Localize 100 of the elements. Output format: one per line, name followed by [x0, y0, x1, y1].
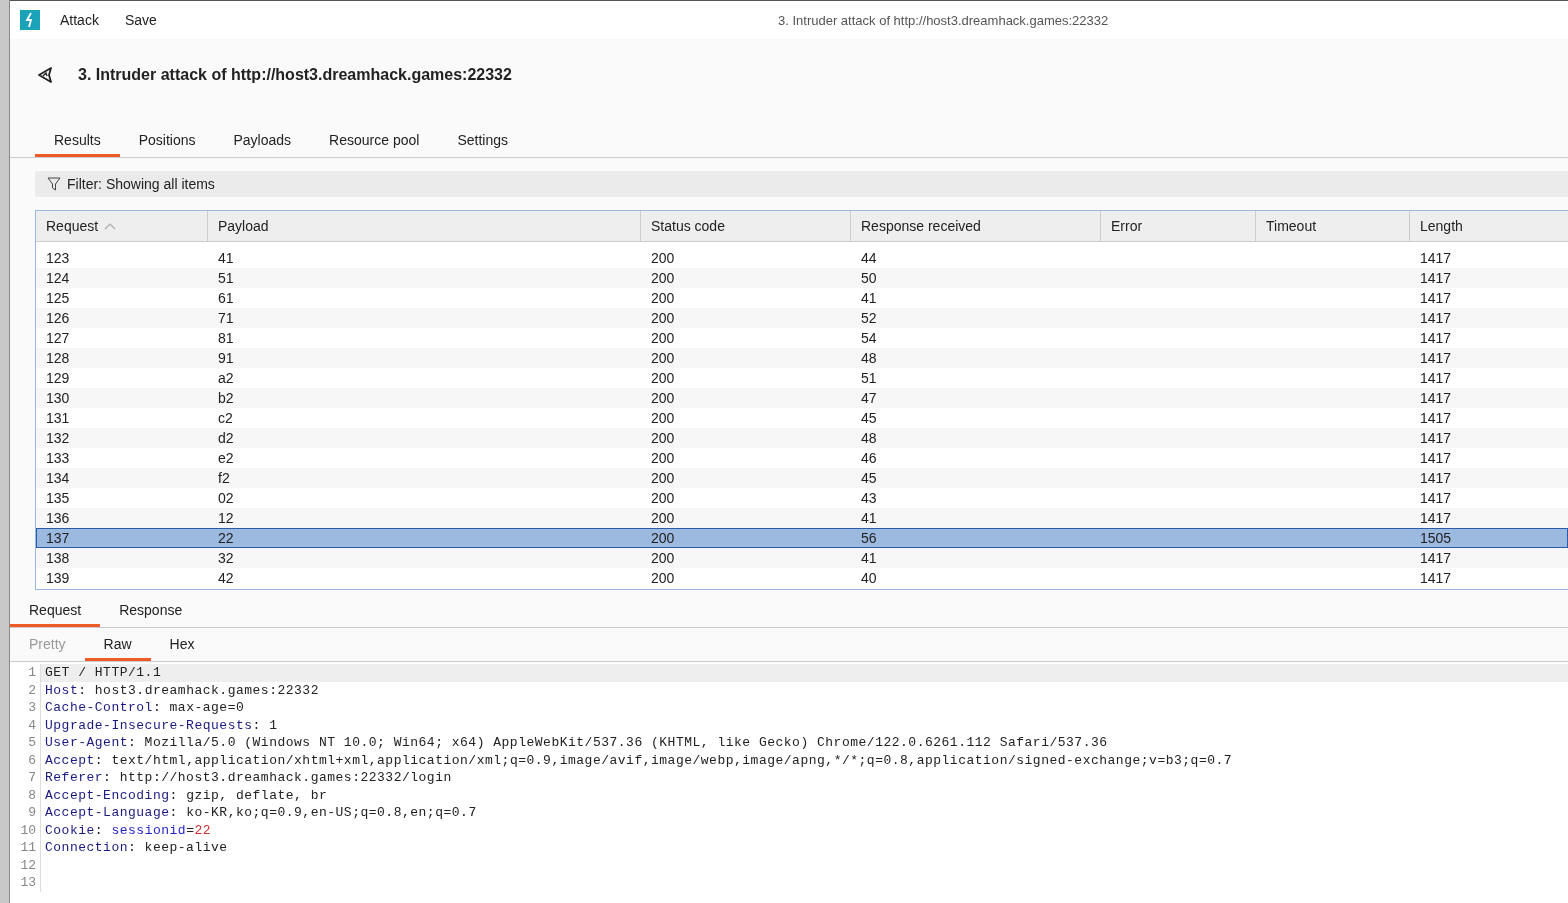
table-row[interactable]: 129 a2 200 51 1417: [36, 368, 1568, 388]
table-row[interactable]: 128 91 200 48 1417: [36, 348, 1568, 368]
table-cell: 200: [651, 430, 675, 446]
menu-item[interactable]: Attack: [60, 12, 99, 28]
table-cell: 50: [861, 270, 877, 286]
table-cell: 130: [46, 390, 70, 406]
table-cell: 1505: [1420, 530, 1452, 546]
table-cell: 200: [651, 510, 675, 526]
table-cell: 41: [861, 550, 877, 566]
tab[interactable]: Request: [10, 598, 101, 627]
table-row[interactable]: 134 f2 200 45 1417: [36, 468, 1568, 488]
column-header[interactable]: Status code: [641, 211, 851, 241]
table-cell: 1417: [1420, 270, 1452, 286]
table-cell: 41: [861, 510, 877, 526]
tab[interactable]: Positions: [119, 132, 215, 157]
tab[interactable]: Resource pool: [310, 132, 439, 157]
table-cell: 200: [651, 410, 675, 426]
table-row[interactable]: 133 e2 200 46 1417: [36, 448, 1568, 468]
table-cell: 32: [218, 550, 234, 566]
table-cell: 1417: [1420, 390, 1452, 406]
table-cell: 56: [861, 530, 877, 546]
table-row[interactable]: 135 02 200 43 1417: [36, 488, 1568, 508]
table-cell: 133: [46, 450, 70, 466]
table-cell: 1417: [1420, 450, 1452, 466]
table-cell: 41: [218, 250, 234, 266]
menu-item[interactable]: Save: [124, 12, 157, 28]
table-cell: 200: [651, 570, 675, 586]
table-cell: a2: [218, 370, 234, 386]
table-cell: 51: [218, 270, 234, 286]
table-cell: 51: [861, 370, 877, 386]
code-line: GET / HTTP/1.1: [44, 665, 162, 681]
table-cell: 1417: [1420, 370, 1452, 386]
table-cell: 123: [46, 250, 70, 266]
table-row[interactable]: 131 c2 200 45 1417: [36, 408, 1568, 428]
table-cell: 12: [218, 510, 234, 526]
code-line: Accept: text/html,application/xhtml+xml,application/xml;q=0.9,image/avif,image/webp,image/apng,*/*;q=0.8,application/signed-exchange;v=b3;q=0.7: [44, 752, 1233, 768]
table-row[interactable]: 123 41 200 44 1417: [36, 248, 1568, 268]
column-header[interactable]: Timeout: [1256, 211, 1410, 241]
table-cell: b2: [218, 390, 234, 406]
table-cell: 200: [651, 350, 675, 366]
column-header[interactable]: Length: [1410, 211, 1568, 241]
table-cell: 1417: [1420, 430, 1452, 446]
table-cell: 200: [651, 290, 675, 306]
table-row[interactable]: 127 81 200 54 1417: [36, 328, 1568, 348]
table-cell: 42: [218, 570, 234, 586]
code-line: Accept-Encoding: gzip, deflate, br: [44, 787, 328, 803]
table-cell: 1417: [1420, 290, 1452, 306]
table-cell: 200: [651, 550, 675, 566]
table-cell: 129: [46, 370, 70, 386]
code-line: Host: host3.dreamhack.games:22332: [44, 682, 319, 698]
table-cell: c2: [218, 410, 233, 426]
table-cell: 132: [46, 430, 70, 446]
column-header[interactable]: Payload: [208, 211, 641, 241]
table-cell: 1417: [1420, 550, 1452, 566]
table-row[interactable]: 130 b2 200 47 1417: [36, 388, 1568, 408]
table-cell: e2: [218, 450, 234, 466]
code-line: Cookie: sessionid=22: [44, 822, 212, 838]
table-cell: 40: [861, 570, 877, 586]
column-header[interactable]: Request: [36, 211, 208, 241]
table-cell: 200: [651, 390, 675, 406]
table-cell: 1417: [1420, 330, 1452, 346]
table-cell: 126: [46, 310, 70, 326]
table-row[interactable]: 138 32 200 41 1417: [36, 548, 1568, 568]
column-header[interactable]: Error: [1101, 211, 1256, 241]
table-cell: 1417: [1420, 570, 1452, 586]
column-header[interactable]: Response received: [851, 211, 1101, 241]
app-logo-icon: [20, 10, 40, 30]
table-cell: d2: [218, 430, 234, 446]
table-cell: 54: [861, 330, 877, 346]
code-line: User-Agent: Mozilla/5.0 (Windows NT 10.0; Win64; x64) AppleWebKit/537.36 (KHTML, like Gecko) Chrome/122.0.6261.112 Safari/537.36: [44, 735, 1108, 751]
table-cell: 128: [46, 350, 70, 366]
tab[interactable]: Settings: [438, 132, 527, 157]
table-cell: 200: [651, 250, 675, 266]
filter-bar[interactable]: Filter: Showing all items: [35, 171, 1568, 197]
filter-icon: [47, 177, 61, 191]
code-line: Accept-Language: ko-KR,ko;q=0.9,en-US;q=0.8,en;q=0.7: [44, 805, 477, 821]
table-cell: 200: [651, 470, 675, 486]
tab[interactable]: Results: [35, 132, 120, 157]
code-line: Upgrade-Insecure-Requests: 1: [44, 717, 278, 733]
table-cell: 41: [861, 290, 877, 306]
table-row[interactable]: 137 22 200 56 1505: [36, 528, 1568, 548]
tab[interactable]: Response: [100, 598, 202, 627]
window-title: 3. Intruder attack of http://host3.dreamhack.games:22332: [778, 12, 1109, 28]
table-cell: 1417: [1420, 410, 1452, 426]
table-cell: 138: [46, 550, 70, 566]
table-cell: 200: [651, 310, 675, 326]
table-cell: 131: [46, 410, 70, 426]
tab[interactable]: Payloads: [214, 132, 311, 157]
table-cell: 200: [651, 490, 675, 506]
table-cell: 45: [861, 470, 877, 486]
tab[interactable]: Hex: [150, 636, 214, 661]
table-row[interactable]: 124 51 200 50 1417: [36, 268, 1568, 288]
table-row[interactable]: 132 d2 200 48 1417: [36, 428, 1568, 448]
table-row[interactable]: 139 42 200 40 1417: [36, 568, 1568, 588]
table-cell: 43: [861, 490, 877, 506]
table-cell: 1417: [1420, 490, 1452, 506]
table-cell: 44: [861, 250, 877, 266]
table-row[interactable]: 125 61 200 41 1417: [36, 288, 1568, 308]
table-row[interactable]: 126 71 200 52 1417: [36, 308, 1568, 328]
table-row[interactable]: 136 12 200 41 1417: [36, 508, 1568, 528]
